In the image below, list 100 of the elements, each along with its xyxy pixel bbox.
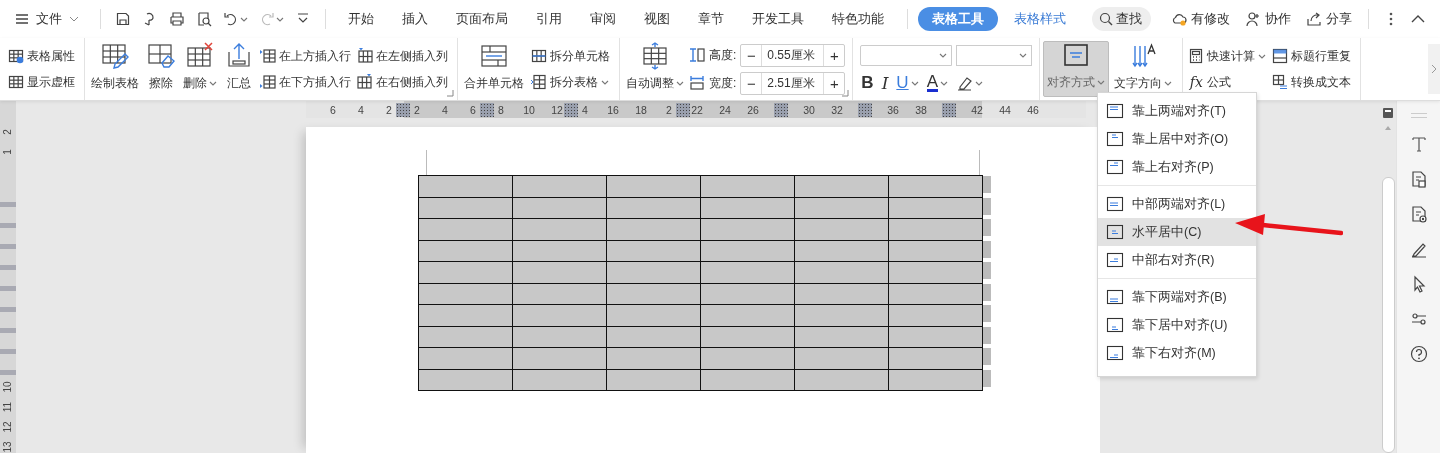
split-icon[interactable] [1382, 107, 1394, 119]
ribbon-button[interactable]: 文字方向 [1111, 41, 1176, 97]
menu-item[interactable]: 靠上居中对齐(O) [1098, 125, 1256, 153]
ribbon-button[interactable]: 在右侧插入列 [355, 70, 450, 94]
format-button[interactable]: I [880, 73, 890, 93]
ribbon-button[interactable]: 表格属性 [6, 44, 77, 68]
ribbon-button[interactable]: 删除 [180, 41, 220, 97]
ribbon-button[interactable]: 汇总 [222, 41, 256, 97]
number-stepper[interactable]: − 0.55厘米 + [740, 43, 846, 67]
ribbon-button[interactable]: 拆分表格 [529, 70, 612, 94]
ribbon-tab[interactable]: 特色功能 [820, 7, 896, 31]
row-marker[interactable] [983, 176, 991, 193]
table-cell[interactable] [794, 175, 889, 197]
ribbon-button[interactable]: 擦除 [144, 41, 178, 97]
format-button[interactable]: B [860, 73, 875, 93]
table-icon [8, 74, 24, 90]
alignment-icon [1106, 196, 1124, 212]
row-marker[interactable] [983, 197, 991, 215]
toolbar-action[interactable]: 协作 [1239, 10, 1297, 28]
table-cell[interactable] [418, 304, 513, 326]
ribbon-button[interactable]: 在下方插入行 [258, 70, 353, 94]
row-marker[interactable] [983, 326, 991, 344]
table-cell[interactable] [418, 261, 513, 283]
table-cell[interactable] [700, 175, 795, 197]
column-marker[interactable] [942, 102, 956, 117]
ribbon-tab[interactable]: 开始 [336, 7, 386, 31]
column-marker[interactable] [564, 102, 578, 117]
column-marker[interactable] [396, 102, 410, 117]
ribbon-button[interactable]: 拆分单元格 [529, 44, 612, 68]
menu-item[interactable]: 中部两端对齐(L) [1098, 190, 1256, 218]
table-cell[interactable] [418, 197, 513, 219]
number-stepper[interactable]: − 2.51厘米 + [740, 71, 846, 95]
table-cell[interactable] [888, 175, 983, 197]
table-cell[interactable] [418, 369, 513, 391]
alignment-icon [1106, 103, 1124, 119]
column-marker[interactable] [480, 102, 494, 117]
toolbar-action[interactable]: 有修改 [1165, 10, 1236, 28]
row-marker[interactable] [983, 348, 991, 365]
sidebar-button[interactable] [1409, 205, 1428, 223]
ribbon-button[interactable]: 显示虚框 [6, 70, 77, 94]
field-label: 宽度: [709, 74, 737, 92]
split-cells-icon [531, 48, 547, 64]
scrollbar[interactable] [1381, 177, 1395, 453]
row-marker[interactable] [983, 305, 991, 322]
menu-item[interactable]: 靠上两端对齐(T) [1098, 97, 1256, 125]
table-cell[interactable] [418, 283, 513, 305]
row-marker[interactable] [983, 262, 991, 279]
column-marker[interactable] [858, 102, 872, 117]
table-cell[interactable] [606, 175, 701, 197]
column-marker[interactable] [676, 102, 690, 117]
ribbon-button[interactable]: 在上方插入行 [258, 44, 353, 68]
sidebar-button[interactable] [1409, 310, 1428, 328]
table-cell[interactable] [418, 240, 513, 262]
ribbon-tab[interactable]: 开发工具 [740, 7, 816, 31]
row-marker[interactable] [983, 369, 991, 387]
menu-item[interactable]: 靠上右对齐(P) [1098, 153, 1256, 181]
row-marker[interactable] [983, 219, 991, 236]
menu-item[interactable]: 水平居中(C) [1098, 218, 1256, 246]
ruler-number: 24 [718, 103, 732, 116]
menu-item[interactable]: 中部右对齐(R) [1098, 246, 1256, 274]
file-menu[interactable]: 文件 [10, 10, 84, 28]
row-marker[interactable] [983, 240, 991, 258]
sidebar-button[interactable] [1409, 170, 1428, 188]
caret-icon [974, 80, 983, 86]
toolbar-action[interactable]: 分享 [1300, 10, 1358, 28]
menu-item[interactable]: 靠下两端对齐(B) [1098, 283, 1256, 311]
table-cell[interactable] [418, 347, 513, 369]
ribbon-tab[interactable]: 引用 [524, 7, 574, 31]
format-button[interactable]: U [895, 73, 920, 93]
table-cell[interactable] [418, 175, 513, 197]
ribbon-button[interactable]: 绘制表格 [88, 41, 142, 97]
sidebar-button[interactable] [1409, 345, 1428, 363]
menu-item[interactable]: 靠下右对齐(M) [1098, 339, 1256, 367]
table-cell[interactable] [418, 218, 513, 240]
ribbon-tab[interactable]: 章节 [686, 7, 736, 31]
ribbon-button[interactable]: 快速计算 [1186, 44, 1269, 68]
format-button[interactable]: A [925, 74, 949, 92]
table-cell[interactable] [512, 175, 607, 197]
ruler-number: 4 [581, 103, 589, 116]
search-button[interactable]: 查找 [1092, 7, 1151, 31]
ribbon-button[interactable]: fx 公式 [1186, 70, 1269, 94]
ribbon-tab[interactable]: 页面布局 [444, 7, 520, 31]
menu-item[interactable]: 靠下居中对齐(U) [1098, 311, 1256, 339]
ribbon-button[interactable]: 自动调整 [623, 41, 687, 97]
ribbon-button[interactable]: 标题行重复 [1270, 44, 1354, 68]
ribbon-tab[interactable]: 审阅 [578, 7, 628, 31]
ribbon-button[interactable]: 对齐方式 [1043, 41, 1110, 97]
row-marker[interactable] [983, 283, 991, 301]
ruler-number: 2 [665, 103, 673, 116]
ruler-number: 38 [914, 103, 928, 116]
ribbon-tab[interactable]: 表格样式 [1002, 7, 1078, 31]
ribbon-button[interactable]: 合并单元格 [461, 41, 527, 97]
ribbon-button[interactable]: 转换成文本 [1270, 70, 1354, 94]
upload-icon [225, 42, 253, 70]
ruler-number: 42 [970, 103, 984, 116]
ribbon-button[interactable]: 在左侧插入列 [355, 44, 450, 68]
table-cell[interactable] [418, 326, 513, 348]
column-marker[interactable] [774, 102, 788, 117]
ribbon-tab[interactable]: 插入 [390, 7, 440, 31]
ribbon-tab[interactable]: 视图 [632, 7, 682, 31]
